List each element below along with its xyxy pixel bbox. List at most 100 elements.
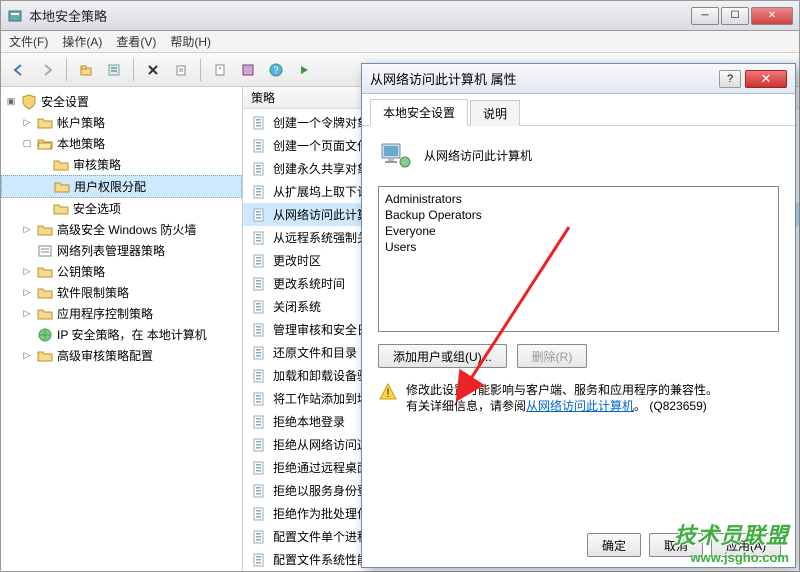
help-button[interactable]: ?	[264, 58, 288, 82]
forward-button[interactable]	[35, 58, 59, 82]
app-icon	[7, 8, 23, 24]
tree-pane[interactable]: ▣安全设置 ▷帐户策略 ▢ 本地策略 审核策略 用户权限分配 安全选项 ▷高级安全…	[1, 87, 243, 571]
expand-icon[interactable]: ▷	[21, 117, 33, 129]
policy-icon	[251, 460, 267, 476]
list-row-label: 配置文件系统性能	[273, 551, 369, 568]
tree-advaudit[interactable]: ▷ 高级审核策略配置	[1, 345, 242, 366]
list-row-label: 更改系统时间	[273, 275, 345, 292]
dialog-body: 从网络访问此计算机 AdministratorsBackup Operators…	[362, 126, 795, 426]
policy-icon	[251, 552, 267, 568]
policy-icon	[251, 207, 267, 223]
tree-security-options[interactable]: 安全选项	[1, 198, 242, 219]
dialog-heading-row: 从网络访问此计算机	[378, 138, 779, 172]
folder-icon	[37, 348, 53, 364]
policy-icon	[251, 184, 267, 200]
policy-icon	[251, 437, 267, 453]
tab-strip: 本地安全设置 说明	[362, 100, 795, 126]
menu-action[interactable]: 操作(A)	[62, 33, 102, 50]
collapse-icon[interactable]: ▢	[21, 138, 33, 150]
remove-button[interactable]: 删除(R)	[517, 344, 588, 368]
run-button[interactable]	[292, 58, 316, 82]
policy-icon	[251, 322, 267, 338]
shield-icon	[21, 94, 37, 110]
expand-icon[interactable]: ▷	[21, 224, 33, 236]
tree-label: IP 安全策略，在 本地计算机	[57, 326, 207, 343]
delete-button[interactable]	[141, 58, 165, 82]
tree-appcontrol[interactable]: ▷应用程序控制策略	[1, 303, 242, 324]
tree-local-policy[interactable]: ▢ 本地策略	[1, 133, 242, 154]
policy-icon	[251, 115, 267, 131]
warning-text: 修改此设置可能影响与客户端、服务和应用程序的兼容性。 有关详细信息，请参阅从网络…	[406, 382, 718, 414]
watermark: 技术员联盟 www.jsgho.com	[674, 518, 789, 565]
tree: ▣安全设置 ▷帐户策略 ▢ 本地策略 审核策略 用户权限分配 安全选项 ▷高级安全…	[1, 91, 242, 366]
expand-icon[interactable]: ▷	[21, 308, 33, 320]
tree-user-rights[interactable]: 用户权限分配	[1, 175, 242, 198]
tree-root[interactable]: ▣安全设置	[1, 91, 242, 112]
policy-icon	[251, 483, 267, 499]
tree-audit-policy[interactable]: 审核策略	[1, 154, 242, 175]
help-link[interactable]: 从网络访问此计算机	[526, 399, 634, 413]
minimize-button[interactable]: ─	[691, 7, 719, 25]
list-button[interactable]	[102, 58, 126, 82]
expand-icon[interactable]: ▷	[21, 350, 33, 362]
tree-netlist[interactable]: 网络列表管理器策略	[1, 240, 242, 261]
users-listbox[interactable]: AdministratorsBackup OperatorsEveryoneUs…	[378, 186, 779, 332]
tree-label: 软件限制策略	[57, 284, 129, 301]
list-row-label: 更改时区	[273, 252, 321, 269]
tree-account-policy[interactable]: ▷帐户策略	[1, 112, 242, 133]
list-item[interactable]: Everyone	[385, 223, 772, 239]
dialog-title: 从网络访问此计算机 属性	[370, 69, 719, 88]
list-row-label: 将工作站添加到域	[273, 390, 369, 407]
list-row-label: 拒绝本地登录	[273, 413, 345, 430]
tree-software[interactable]: ▷ 软件限制策略	[1, 282, 242, 303]
expand-icon[interactable]: ▷	[21, 287, 33, 299]
tab-explain[interactable]: 说明	[470, 100, 520, 126]
policy-icon	[251, 345, 267, 361]
menu-help[interactable]: 帮助(H)	[170, 33, 211, 50]
policy-icon	[251, 506, 267, 522]
expand-icon[interactable]: ▷	[21, 266, 33, 278]
policy-icon	[251, 230, 267, 246]
close-button[interactable]: ✕	[751, 7, 793, 25]
folder-icon	[54, 179, 70, 195]
dialog-help-button[interactable]: ?	[719, 70, 741, 88]
policy-icon	[251, 414, 267, 430]
tree-label: 公钥策略	[57, 263, 105, 280]
tree-label: 本地策略	[57, 135, 105, 152]
tree-firewall[interactable]: ▷高级安全 Windows 防火墙	[1, 219, 242, 240]
list-item[interactable]: Backup Operators	[385, 207, 772, 223]
up-button[interactable]	[74, 58, 98, 82]
tree-label: 高级审核策略配置	[57, 347, 153, 364]
policy-icon	[251, 368, 267, 384]
computer-network-icon	[378, 138, 412, 172]
add-user-button[interactable]: 添加用户或组(U)...	[378, 344, 507, 368]
policy-icon	[251, 276, 267, 292]
folder-open-icon	[37, 136, 53, 152]
export-button[interactable]	[169, 58, 193, 82]
properties-button[interactable]	[208, 58, 232, 82]
list-row-label: 创建一个令牌对象	[273, 114, 369, 131]
dialog-button-row: 添加用户或组(U)... 删除(R)	[378, 344, 779, 368]
menu-file[interactable]: 文件(F)	[9, 33, 48, 50]
back-button[interactable]	[7, 58, 31, 82]
list-item[interactable]: Administrators	[385, 191, 772, 207]
warning-row: ! 修改此设置可能影响与客户端、服务和应用程序的兼容性。 有关详细信息，请参阅从…	[378, 382, 779, 414]
tab-local-security[interactable]: 本地安全设置	[370, 99, 468, 126]
list-item[interactable]: Users	[385, 239, 772, 255]
maximize-button[interactable]: ☐	[721, 7, 749, 25]
toolbar-separator	[66, 59, 67, 81]
watermark-url: www.jsgho.com	[674, 550, 789, 565]
tree-label: 审核策略	[73, 156, 121, 173]
dialog-close-button[interactable]: ✕	[745, 70, 787, 88]
menu-view[interactable]: 查看(V)	[116, 33, 156, 50]
folder-icon	[37, 264, 53, 280]
tree-label: 安全选项	[73, 200, 121, 217]
refresh-button[interactable]	[236, 58, 260, 82]
list-icon	[37, 243, 53, 259]
ok-button[interactable]: 确定	[587, 533, 641, 557]
list-row-label: 还原文件和目录	[273, 344, 357, 361]
tree-pubkey[interactable]: ▷ 公钥策略	[1, 261, 242, 282]
list-header-label: 策略	[251, 89, 275, 106]
watermark-text: 技术员联盟	[674, 518, 789, 550]
tree-ipsec[interactable]: IP 安全策略，在 本地计算机	[1, 324, 242, 345]
